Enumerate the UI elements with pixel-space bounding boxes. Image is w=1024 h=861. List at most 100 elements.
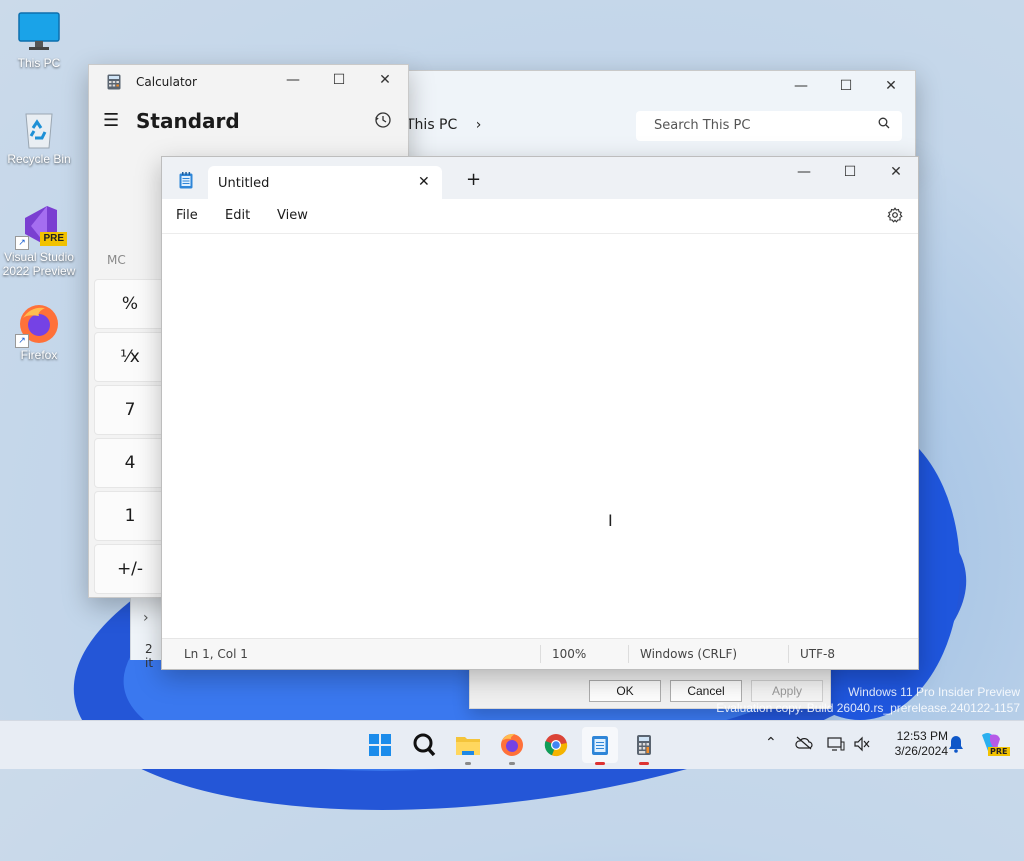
visual-studio-icon: PRE ↗ [15,204,67,250]
calculator-mode: Standard [136,109,240,133]
firefox-icon: ↗ [15,302,61,348]
chevron-up-icon[interactable]: ⌃ [765,735,777,751]
insider-watermark: Windows 11 Pro Insider Preview Evaluatio… [716,684,1020,716]
running-indicator [465,762,471,765]
desktop-icon-label: Firefox [20,348,58,362]
status-divider [540,645,541,663]
status-divider [788,645,789,663]
notepad-app-icon [179,172,193,193]
file-explorer-window[interactable]: — ☐ ✕ This PC › Search This PC [405,70,916,162]
chrome-icon [544,734,568,757]
menu-view[interactable]: View [277,208,308,223]
firefox-icon [501,733,523,756]
line-ending[interactable]: Windows (CRLF) [640,647,737,661]
digit-1-key[interactable]: 1 [94,491,166,541]
close-button[interactable]: ✕ [873,157,919,187]
window-title: Calculator [136,75,197,89]
minimize-button[interactable]: — [778,71,824,101]
status-divider [628,645,629,663]
desktop-icon-recycle-bin[interactable]: Recycle Bin [1,106,77,166]
menu-file[interactable]: File [176,208,198,223]
new-tab-button[interactable]: + [466,171,481,189]
digit-7-key[interactable]: 7 [94,385,166,435]
desktop-icon-visual-studio[interactable]: PRE ↗ Visual Studio 2022 Preview [1,204,77,278]
tab-title: Untitled [218,176,270,191]
chevron-right-icon[interactable]: › [143,610,149,626]
folder-icon [456,737,480,755]
negate-key[interactable]: +/- [94,544,166,594]
memory-clear-button[interactable]: MC [107,253,126,267]
search-button[interactable] [406,727,442,763]
maximize-button[interactable]: ☐ [316,65,362,95]
desktop-icon-firefox[interactable]: ↗ Firefox [1,302,77,362]
notepad-menu-bar: File Edit View [162,199,918,234]
shortcut-arrow-icon: ↗ [15,334,29,348]
onedrive-offline-icon[interactable] [795,736,813,754]
taskbar-notepad[interactable] [582,727,618,765]
windows-logo-icon [369,734,391,756]
zoom-level[interactable]: 100% [552,647,586,661]
notepad-status-bar: Ln 1, Col 1 100% Windows (CRLF) UTF-8 [162,638,918,669]
reciprocal-key[interactable]: ¹⁄x [94,332,166,382]
network-icon[interactable] [827,736,845,756]
shortcut-arrow-icon: ↗ [15,236,29,250]
desktop-icon-label: Recycle Bin [7,152,71,166]
preview-badge: PRE [988,747,1010,756]
recycle-bin-icon [17,106,61,150]
cursor-position: Ln 1, Col 1 [184,647,248,661]
taskbar-calculator[interactable] [626,727,662,765]
search-icon [413,733,436,757]
calculator-app-icon [107,74,121,94]
close-button[interactable]: ✕ [868,71,914,101]
digit-4-key[interactable]: 4 [94,438,166,488]
percent-key[interactable]: % [94,279,166,329]
encoding[interactable]: UTF-8 [800,647,835,661]
hamburger-menu-icon[interactable]: ☰ [103,110,119,131]
active-indicator [595,762,605,765]
chevron-right-icon[interactable]: › [476,117,482,133]
desktop-icon-label: Visual Studio 2022 Preview [2,250,76,278]
tab-untitled[interactable]: Untitled ✕ [208,166,442,199]
calculator-icon [637,735,651,755]
maximize-button[interactable]: ☐ [827,157,873,187]
taskbar-firefox[interactable] [494,727,530,765]
taskbar-chrome[interactable] [538,727,574,763]
explorer-left-strip: › 2 it [130,596,163,670]
preview-badge: PRE [40,232,67,246]
taskbar-file-explorer[interactable] [450,727,486,765]
clock-time: 12:53 PM [896,729,948,743]
clock-date: 3/26/2024 [894,744,948,758]
history-icon[interactable] [374,111,392,133]
text-editor-area[interactable]: I [162,233,918,638]
running-indicator [509,762,515,765]
copilot-button[interactable]: PRE [978,731,1010,759]
search-input[interactable]: Search This PC [636,111,902,141]
maximize-button[interactable]: ☐ [823,71,869,101]
desktop-icon-label: This PC [17,56,61,70]
notification-bell-icon[interactable] [948,735,964,757]
volume-muted-icon[interactable] [853,736,871,756]
watermark-line-2: Evaluation copy. Build 26040.rs_prerelea… [716,701,1020,715]
start-button[interactable] [362,727,398,763]
notepad-title-bar[interactable]: Untitled ✕ + — ☐ ✕ [162,157,918,199]
minimize-button[interactable]: — [270,65,316,95]
ok-button[interactable]: OK [589,680,661,702]
notepad-icon [592,736,608,755]
minimize-button[interactable]: — [781,157,827,187]
notepad-window[interactable]: Untitled ✕ + — ☐ ✕ File Edit View I Ln 1… [161,156,919,670]
breadcrumb[interactable]: This PC [406,117,457,133]
gear-icon[interactable] [887,207,903,227]
close-tab-icon[interactable]: ✕ [418,174,430,190]
search-placeholder: Search This PC [654,118,751,133]
monitor-icon [17,10,61,54]
menu-edit[interactable]: Edit [225,208,250,223]
clock[interactable]: 12:53 PM 3/26/2024 [880,729,948,759]
address-bar[interactable]: This PC › [406,111,626,139]
close-button[interactable]: ✕ [362,65,408,95]
active-indicator [639,762,649,765]
taskbar: ⌃ 12:53 PM 3/26/2024 PRE [0,720,1024,769]
search-icon [878,111,890,141]
watermark-line-1: Windows 11 Pro Insider Preview [848,685,1020,699]
text-cursor-icon: I [608,511,613,530]
desktop-icon-this-pc[interactable]: This PC [1,10,77,70]
